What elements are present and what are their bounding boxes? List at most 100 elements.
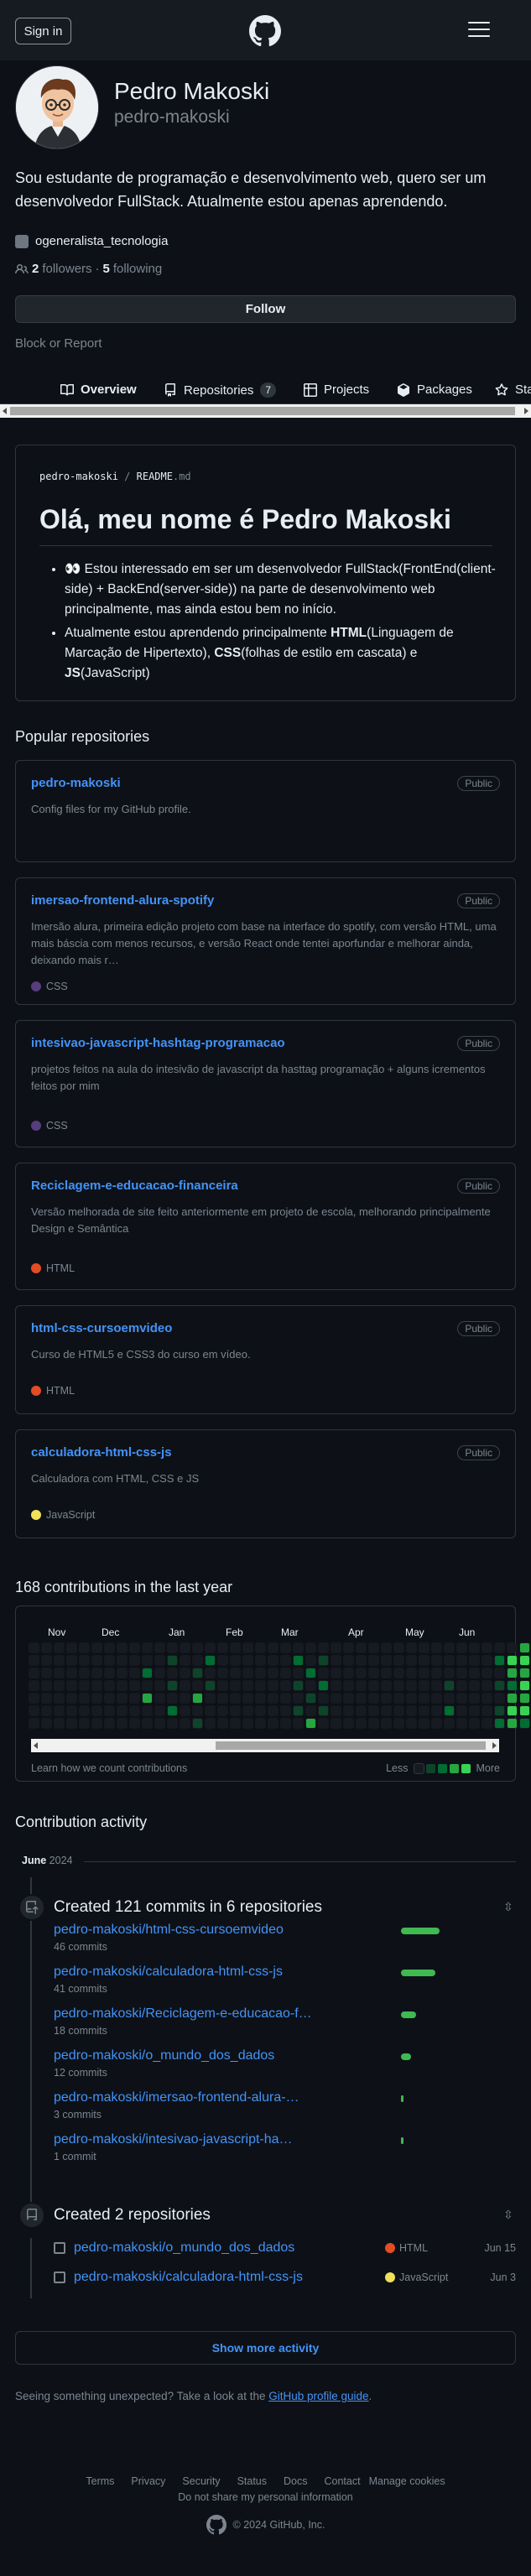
repo-name-link[interactable]: intesivao-javascript-hashtag-programacao <box>31 1036 285 1050</box>
contribution-day-cell[interactable] <box>469 1705 480 1716</box>
contribution-day-cell[interactable] <box>230 1693 241 1704</box>
tabs-scrollbar[interactable] <box>0 404 531 418</box>
contribution-day-cell[interactable] <box>431 1655 442 1666</box>
contribution-day-cell[interactable] <box>268 1693 279 1704</box>
contribution-day-cell[interactable] <box>205 1642 216 1653</box>
contribution-day-cell[interactable] <box>482 1642 492 1653</box>
contribution-day-cell[interactable] <box>482 1668 492 1678</box>
contribution-day-cell[interactable] <box>356 1655 367 1666</box>
contribution-day-cell[interactable] <box>469 1668 480 1678</box>
contribution-day-cell[interactable] <box>419 1718 429 1729</box>
contribution-day-cell[interactable] <box>469 1655 480 1666</box>
contribution-day-cell[interactable] <box>29 1680 39 1691</box>
contribution-day-cell[interactable] <box>180 1705 190 1716</box>
contribution-day-cell[interactable] <box>230 1705 241 1716</box>
contribution-day-cell[interactable] <box>318 1718 329 1729</box>
contribution-day-cell[interactable] <box>91 1693 102 1704</box>
contribution-day-cell[interactable] <box>54 1705 65 1716</box>
contribution-day-cell[interactable] <box>305 1705 316 1716</box>
contribution-day-cell[interactable] <box>54 1642 65 1653</box>
contribution-day-cell[interactable] <box>66 1693 77 1704</box>
contribution-day-cell[interactable] <box>356 1705 367 1716</box>
contribution-day-cell[interactable] <box>381 1718 392 1729</box>
contribution-day-cell[interactable] <box>494 1642 505 1653</box>
contribution-day-cell[interactable] <box>255 1705 266 1716</box>
commit-share-bar[interactable] <box>401 2095 403 2102</box>
graph-scrollbar[interactable] <box>31 1739 499 1752</box>
contribution-day-cell[interactable] <box>205 1655 216 1666</box>
contribution-day-cell[interactable] <box>268 1680 279 1691</box>
contribution-day-cell[interactable] <box>66 1705 77 1716</box>
contribution-day-cell[interactable] <box>318 1705 329 1716</box>
contribution-day-cell[interactable] <box>217 1668 228 1678</box>
contribution-day-cell[interactable] <box>293 1718 304 1729</box>
contribution-day-cell[interactable] <box>356 1718 367 1729</box>
contribution-day-cell[interactable] <box>368 1642 379 1653</box>
contribution-day-cell[interactable] <box>117 1718 128 1729</box>
contribution-day-cell[interactable] <box>343 1680 354 1691</box>
avatar[interactable] <box>15 65 99 149</box>
contribution-day-cell[interactable] <box>381 1680 392 1691</box>
contribution-day-cell[interactable] <box>469 1718 480 1729</box>
do-not-share-link[interactable]: Do not share my personal information <box>0 2491 531 2503</box>
contribution-day-cell[interactable] <box>381 1668 392 1678</box>
repo-name-link[interactable]: imersao-frontend-alura-spotify <box>31 893 214 908</box>
contribution-day-cell[interactable] <box>129 1680 140 1691</box>
created-repo-link[interactable]: pedro-makoski/calculadora-html-css-js <box>74 2270 303 2285</box>
contribution-day-cell[interactable] <box>368 1718 379 1729</box>
contribution-day-cell[interactable] <box>507 1655 518 1666</box>
contribution-day-cell[interactable] <box>29 1705 39 1716</box>
contribution-day-cell[interactable] <box>318 1693 329 1704</box>
contribution-day-cell[interactable] <box>192 1680 203 1691</box>
contribution-day-cell[interactable] <box>117 1642 128 1653</box>
contribution-day-cell[interactable] <box>293 1655 304 1666</box>
contribution-day-cell[interactable] <box>217 1693 228 1704</box>
contribution-day-cell[interactable] <box>104 1718 115 1729</box>
contribution-day-cell[interactable] <box>117 1655 128 1666</box>
contribution-day-cell[interactable] <box>393 1655 404 1666</box>
contribution-day-cell[interactable] <box>507 1642 518 1653</box>
commit-share-bar[interactable] <box>401 2053 411 2060</box>
created-repo-link[interactable]: pedro-makoski/o_mundo_dos_dados <box>74 2240 294 2256</box>
commit-share-bar[interactable] <box>401 1928 440 1934</box>
contribution-day-cell[interactable] <box>129 1655 140 1666</box>
followers-label[interactable]: followers <box>42 262 91 276</box>
contribution-day-cell[interactable] <box>356 1668 367 1678</box>
contribution-day-cell[interactable] <box>305 1668 316 1678</box>
contribution-day-cell[interactable] <box>167 1655 178 1666</box>
contribution-day-cell[interactable] <box>280 1718 291 1729</box>
contribution-day-cell[interactable] <box>66 1718 77 1729</box>
contribution-day-cell[interactable] <box>280 1668 291 1678</box>
contribution-day-cell[interactable] <box>91 1680 102 1691</box>
contribution-day-cell[interactable] <box>368 1680 379 1691</box>
contribution-day-cell[interactable] <box>318 1642 329 1653</box>
tab-repositories[interactable]: Repositories 7 <box>164 382 277 398</box>
contribution-day-cell[interactable] <box>217 1642 228 1653</box>
footer-link-status[interactable]: Status <box>237 2475 267 2487</box>
contribution-day-cell[interactable] <box>280 1655 291 1666</box>
contribution-day-cell[interactable] <box>117 1705 128 1716</box>
contribution-day-cell[interactable] <box>205 1705 216 1716</box>
contribution-day-cell[interactable] <box>230 1680 241 1691</box>
organization[interactable]: ogeneralista_tecnologia <box>15 234 168 248</box>
contribution-day-cell[interactable] <box>167 1705 178 1716</box>
contribution-day-cell[interactable] <box>368 1705 379 1716</box>
menu-icon[interactable] <box>468 22 490 39</box>
contribution-day-cell[interactable] <box>91 1718 102 1729</box>
contribution-day-cell[interactable] <box>41 1668 52 1678</box>
contribution-day-cell[interactable] <box>180 1680 190 1691</box>
contribution-day-cell[interactable] <box>205 1668 216 1678</box>
contribution-day-cell[interactable] <box>293 1705 304 1716</box>
contribution-day-cell[interactable] <box>507 1668 518 1678</box>
contribution-day-cell[interactable] <box>381 1693 392 1704</box>
contribution-day-cell[interactable] <box>117 1693 128 1704</box>
contribution-day-cell[interactable] <box>482 1655 492 1666</box>
contribution-day-cell[interactable] <box>293 1693 304 1704</box>
contribution-day-cell[interactable] <box>79 1680 90 1691</box>
contribution-day-cell[interactable] <box>66 1642 77 1653</box>
contribution-day-cell[interactable] <box>154 1705 165 1716</box>
contribution-day-cell[interactable] <box>41 1655 52 1666</box>
contribution-day-cell[interactable] <box>142 1693 153 1704</box>
commit-repo-link[interactable]: pedro-makoski/calculadora-html-css-js <box>54 1965 283 1980</box>
contribution-day-cell[interactable] <box>104 1642 115 1653</box>
